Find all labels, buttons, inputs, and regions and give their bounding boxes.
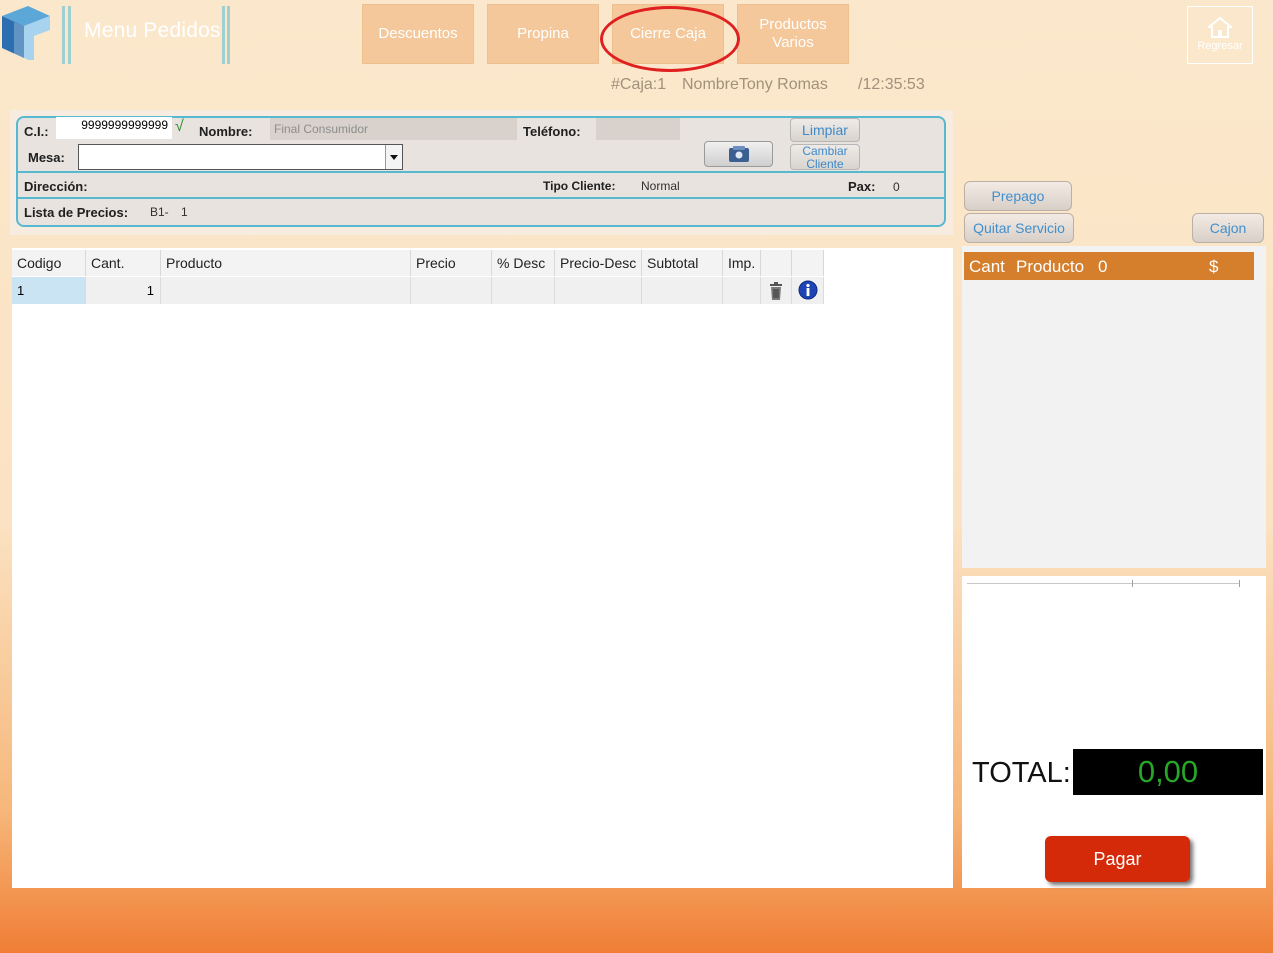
mesa-select[interactable]	[78, 144, 403, 170]
column-header-precio-desc: Precio-Desc	[555, 250, 642, 276]
delete-cell[interactable]	[761, 277, 792, 304]
propina-button[interactable]: Propina	[487, 4, 599, 64]
caja-label: #Caja:1	[611, 76, 667, 93]
pax-label: Pax:	[848, 179, 876, 194]
regresar-button[interactable]: Regresar	[1187, 6, 1253, 64]
user-name: NombreTony Romas	[682, 76, 828, 93]
column-header-producto: Producto	[161, 250, 411, 276]
total-label: TOTAL:	[972, 757, 1071, 789]
chevron-down-icon[interactable]	[385, 145, 402, 169]
order-producto-label: Producto	[1016, 257, 1085, 276]
direccion-label: Dirección:	[24, 179, 88, 194]
total-divider-tick	[1132, 580, 1133, 587]
nombre-label: Nombre:	[199, 124, 253, 139]
app-title: Menu Pedidos	[84, 19, 221, 42]
imp-cell	[723, 277, 761, 304]
column-header-imp: Imp.	[723, 250, 761, 276]
column-header-delete	[761, 250, 792, 276]
limpiar-button[interactable]: Limpiar	[790, 118, 860, 142]
regresar-label: Regresar	[1197, 40, 1243, 52]
home-icon	[1208, 16, 1232, 38]
column-header-info	[792, 250, 824, 276]
column-header-cant: Cant.	[86, 250, 161, 276]
order-table	[12, 248, 953, 888]
client-divider	[18, 171, 945, 173]
client-card-button[interactable]	[704, 141, 773, 167]
header-divider	[227, 6, 230, 64]
order-summary-header: Cant Producto 0 $	[964, 252, 1254, 280]
quitar-servicio-button[interactable]: Quitar Servicio	[964, 213, 1074, 243]
telefono-input[interactable]	[596, 118, 680, 140]
pax-value: 0	[893, 180, 900, 194]
descuentos-button[interactable]: Descuentos	[362, 4, 474, 64]
nombre-input[interactable]: Final Consumidor	[270, 118, 517, 140]
app-logo-icon	[0, 4, 52, 62]
precio-desc-cell	[555, 277, 642, 304]
info-icon[interactable]	[798, 280, 818, 300]
total-divider-tick	[1239, 580, 1240, 587]
producto-cell[interactable]	[161, 277, 411, 304]
column-header-codigo: Codigo	[12, 250, 86, 276]
ci-input[interactable]: 9999999999999	[56, 117, 172, 139]
order-count: 0	[1098, 257, 1108, 276]
total-value: 0,00	[1073, 749, 1263, 795]
subtotal-cell	[642, 277, 723, 304]
lista-precios-code: B1-	[150, 205, 169, 219]
client-divider	[18, 197, 945, 199]
desc-cell	[492, 277, 555, 304]
highlight-circle	[600, 6, 740, 72]
order-summary-panel	[962, 246, 1266, 568]
check-icon: √	[175, 118, 184, 135]
order-cant-label: Cant	[969, 257, 1005, 276]
prepago-button[interactable]: Prepago	[964, 181, 1072, 211]
trash-icon[interactable]	[769, 282, 783, 300]
total-divider	[967, 583, 1240, 584]
order-currency: $	[1209, 257, 1219, 276]
header-divider	[68, 6, 71, 64]
header-divider	[62, 6, 65, 64]
column-header-desc: % Desc	[492, 250, 555, 276]
cajon-button[interactable]: Cajon	[1192, 213, 1264, 243]
column-header-precio: Precio	[411, 250, 492, 276]
id-card-icon	[729, 146, 749, 162]
lista-precios-label: Lista de Precios:	[24, 205, 129, 220]
tipo-cliente-value: Normal	[641, 179, 680, 193]
productos-varios-button[interactable]: Productos Varios	[737, 4, 849, 64]
header-divider	[222, 6, 225, 64]
lista-precios-value: 1	[181, 205, 188, 219]
precio-cell	[411, 277, 492, 304]
tipo-cliente-label: Tipo Cliente:	[543, 179, 616, 193]
pagar-button[interactable]: Pagar	[1045, 836, 1190, 882]
column-header-subtotal: Subtotal	[642, 250, 723, 276]
telefono-label: Teléfono:	[523, 124, 581, 139]
cambiar-cliente-button[interactable]: Cambiar Cliente	[790, 144, 860, 171]
cant-cell[interactable]: 1	[86, 277, 161, 304]
codigo-cell[interactable]: 1	[12, 277, 86, 304]
info-cell[interactable]	[792, 277, 824, 304]
clock: /12:35:53	[858, 76, 925, 93]
ci-label: C.I.:	[24, 124, 49, 139]
mesa-label: Mesa:	[28, 150, 65, 165]
